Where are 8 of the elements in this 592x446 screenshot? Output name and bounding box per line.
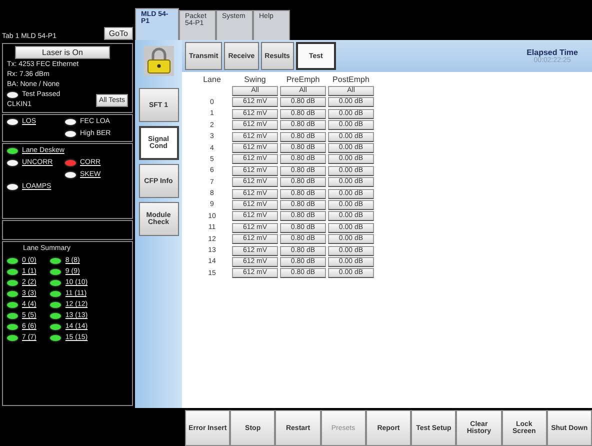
- lock-icon[interactable]: [144, 46, 174, 76]
- column-header: Swing: [243, 75, 267, 84]
- column-header: PreEmph: [285, 75, 321, 84]
- goto-button[interactable]: GoTo: [104, 27, 133, 40]
- column-header: PostEmph: [332, 75, 370, 84]
- column-header: Lane: [202, 75, 222, 84]
- elapsed-label: Elapsed Time: [526, 48, 578, 57]
- laser-button[interactable]: Laser is On: [15, 46, 110, 59]
